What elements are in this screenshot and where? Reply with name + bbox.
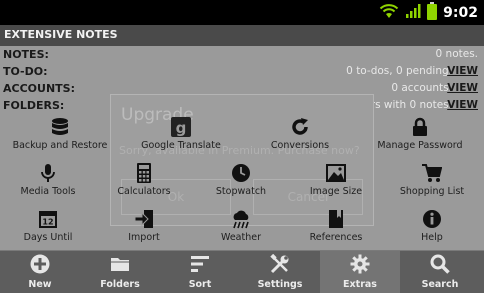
book-icon [326, 209, 346, 229]
stat-row-todo: TO-DO: 0 to-dos, 0 pending. VIEW [0, 64, 484, 80]
nav-label: Extras [343, 279, 377, 290]
conversions-button[interactable]: Conversions [252, 117, 348, 161]
nav-settings[interactable]: Settings [240, 251, 320, 293]
tool-label: Media Tools [20, 186, 76, 197]
tool-label: Import [128, 232, 160, 243]
clock-icon [231, 163, 251, 183]
tool-label: Days Until [23, 232, 73, 243]
nav-label: Settings [257, 279, 303, 290]
nav-search[interactable]: Search [400, 251, 480, 293]
tool-label: Weather [221, 232, 261, 243]
clock-time: 9:02 [443, 4, 478, 21]
stat-label: TO-DO: [3, 65, 48, 78]
bottom-nav-bar: New Folders Sort Settings Extras Search [0, 250, 484, 293]
weather-icon [231, 209, 251, 229]
microphone-icon [38, 163, 58, 183]
calculator-icon [134, 163, 154, 183]
gear-icon [350, 254, 370, 274]
stat-label: FOLDERS: [3, 99, 65, 112]
tool-label: Help [421, 232, 443, 243]
google-translate-button[interactable]: g Google Translate [133, 117, 229, 161]
stat-value: 0 accounts. [391, 82, 452, 94]
svg-text:12: 12 [42, 218, 53, 227]
status-icons: 9:02 [379, 1, 478, 24]
refresh-icon [290, 117, 310, 137]
import-button[interactable]: Import [96, 209, 192, 253]
battery-icon [427, 1, 438, 24]
google-icon: g [171, 117, 191, 137]
main-content: NOTES: 0 notes. TO-DO: 0 to-dos, 0 pendi… [0, 46, 484, 250]
nav-sort[interactable]: Sort [160, 251, 240, 293]
tool-label: Conversions [270, 140, 330, 151]
days-until-button[interactable]: 12 Days Until [0, 209, 96, 253]
tool-label: Manage Password [377, 140, 463, 151]
nav-extras[interactable]: Extras [320, 251, 400, 293]
view-todo-link[interactable]: VIEW [447, 65, 478, 77]
shopping-list-button[interactable]: Shopping List [384, 163, 480, 207]
import-icon [134, 209, 154, 229]
stopwatch-button[interactable]: Stopwatch [193, 163, 289, 207]
title-bar: EXTENSIVE NOTES [0, 25, 484, 47]
folder-icon [110, 254, 130, 274]
cart-icon [422, 163, 443, 183]
tools-icon [270, 253, 290, 274]
nav-label: Folders [100, 279, 140, 290]
stat-row-notes: NOTES: 0 notes. [0, 47, 484, 63]
calendar-icon: 12 [38, 209, 58, 229]
plus-circle-icon [30, 254, 50, 274]
svg-text:g: g [176, 119, 187, 137]
stat-label: ACCOUNTS: [3, 82, 75, 95]
signal-icon [405, 3, 421, 23]
nav-folders[interactable]: Folders [80, 251, 160, 293]
stat-value: 0 to-dos, 0 pending. [346, 65, 452, 77]
tool-label: Backup and Restore [12, 140, 108, 151]
stat-label: NOTES: [3, 48, 49, 61]
sort-icon [190, 254, 210, 274]
database-icon [50, 117, 70, 137]
wifi-icon [379, 3, 399, 23]
info-icon [422, 209, 442, 229]
nav-label: Sort [188, 279, 212, 290]
tool-label: Google Translate [141, 140, 221, 151]
weather-button[interactable]: Weather [193, 209, 289, 253]
nav-new[interactable]: New [0, 251, 80, 293]
tool-label: References [309, 232, 363, 243]
view-folders-link[interactable]: VIEW [447, 99, 478, 111]
media-tools-button[interactable]: Media Tools [0, 163, 96, 207]
references-button[interactable]: References [288, 209, 384, 253]
tool-label: Image Size [309, 186, 363, 197]
view-accounts-link[interactable]: VIEW [447, 82, 478, 94]
nav-label: New [28, 279, 52, 290]
stat-value: 0 notes. [435, 48, 478, 60]
lock-icon [410, 117, 430, 137]
manage-password-button[interactable]: Manage Password [372, 117, 468, 161]
nav-label: Search [421, 279, 459, 290]
tool-label: Shopping List [399, 186, 465, 197]
tool-label: Calculators [117, 186, 171, 197]
help-button[interactable]: Help [384, 209, 480, 253]
tool-label: Stopwatch [215, 186, 267, 197]
status-bar: 9:02 [0, 0, 484, 25]
app-title: EXTENSIVE NOTES [4, 28, 118, 41]
search-icon [430, 254, 450, 274]
calculators-button[interactable]: Calculators [96, 163, 192, 207]
image-size-button[interactable]: Image Size [288, 163, 384, 207]
backup-restore-button[interactable]: Backup and Restore [12, 117, 108, 161]
image-icon [326, 163, 346, 183]
